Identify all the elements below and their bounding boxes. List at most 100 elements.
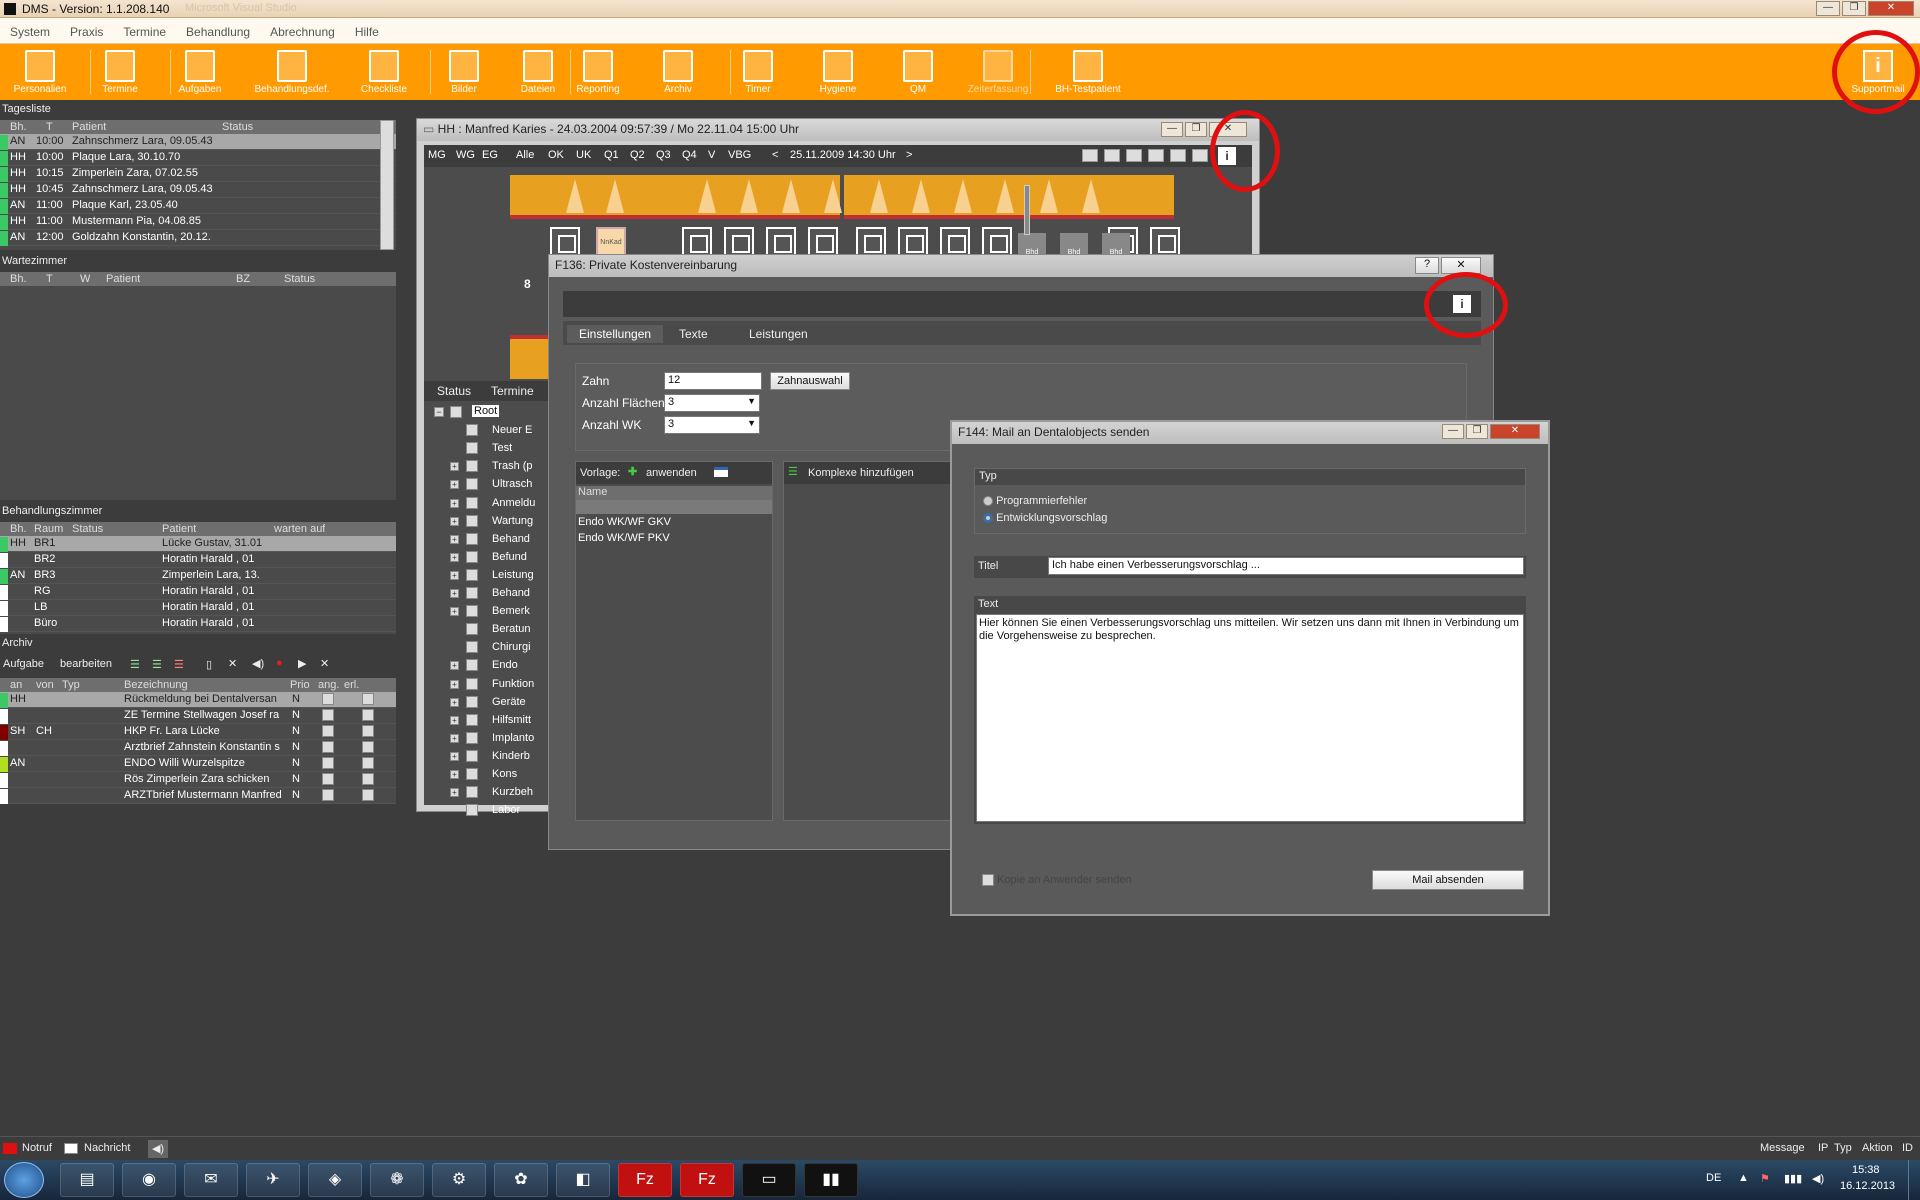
menu-termine[interactable]: Termine — [113, 18, 176, 39]
virtualbox-icon[interactable]: ◈ — [308, 1163, 362, 1197]
kopie-checkbox[interactable]: Kopie an Anwender senden — [982, 874, 1132, 887]
tooth-crown[interactable] — [566, 179, 584, 213]
app-icon[interactable]: ✿ — [494, 1163, 548, 1197]
tooth-box[interactable] — [982, 227, 1012, 257]
explorer-icon[interactable]: ▤ — [60, 1163, 114, 1197]
expand-icon[interactable]: + — [450, 770, 459, 779]
checkbox-icon[interactable] — [322, 789, 334, 801]
table-row[interactable]: HH 11:00 Mustermann Pia, 04.08.85 — [0, 214, 396, 230]
bar-icon[interactable] — [1192, 149, 1208, 162]
show-desktop-button[interactable] — [1908, 1160, 1920, 1200]
implant-marker[interactable] — [1024, 185, 1030, 235]
filter-q1[interactable]: Q1 — [604, 149, 619, 161]
menu-system[interactable]: System — [0, 18, 60, 39]
add-complex-icon[interactable]: ☰ — [788, 465, 798, 478]
tree-item[interactable]: + Ultrasch — [434, 477, 544, 493]
text-area[interactable]: Hier können Sie einen Verbesserungsvorsc… — [976, 614, 1524, 822]
checkbox-icon[interactable] — [466, 550, 478, 563]
checkbox-icon[interactable] — [322, 709, 334, 721]
checkbox-icon[interactable] — [322, 725, 334, 737]
tooth-crown[interactable] — [824, 179, 842, 213]
expand-icon[interactable]: + — [450, 552, 459, 562]
table-row[interactable]: AN 10:00 Zahnschmerz Lara, 09.05.43 — [0, 134, 396, 150]
wk-select[interactable]: 3 ▼ — [664, 416, 760, 434]
column-header[interactable]: T — [46, 273, 53, 285]
vorlage-empty-row[interactable] — [576, 500, 772, 514]
toolbar-aufgaben-button[interactable]: Aufgaben — [162, 48, 238, 98]
f136-help-button[interactable]: ? — [1415, 257, 1439, 274]
tree-item[interactable]: + Behand — [434, 532, 544, 548]
checkbox-icon[interactable] — [466, 460, 478, 473]
toolbar-termine-button[interactable]: Termine — [82, 48, 158, 98]
app-icon[interactable]: ◧ — [556, 1163, 610, 1197]
toolbar-bilder-button[interactable]: Bilder — [426, 48, 502, 98]
column-header[interactable]: warten auf — [274, 523, 325, 535]
expand-icon[interactable]: + — [450, 480, 459, 490]
anwenden-button[interactable]: anwenden — [646, 467, 697, 479]
column-header[interactable]: Status — [222, 121, 253, 133]
checkbox-icon[interactable] — [466, 514, 478, 527]
checkbox-icon[interactable] — [362, 773, 374, 785]
filter-q3[interactable]: Q3 — [656, 149, 671, 161]
tooth-box[interactable] — [682, 227, 712, 257]
table-row[interactable]: SH CH HKP Fr. Lara Lücke N — [0, 724, 396, 740]
volume-icon[interactable]: ◀) — [1812, 1172, 1824, 1185]
checkbox-icon[interactable] — [466, 731, 478, 744]
expand-icon[interactable]: + — [450, 788, 459, 798]
tree-item[interactable]: + Wartung — [434, 514, 544, 530]
filter-ok[interactable]: OK — [548, 149, 564, 161]
toolbar-personalien-button[interactable]: Personalien — [2, 48, 78, 98]
column-header[interactable]: W — [80, 273, 90, 285]
column-header[interactable]: an — [10, 679, 22, 691]
komplexe-button[interactable]: Komplexe hinzufügen — [808, 467, 914, 479]
tooth-crown[interactable] — [954, 179, 972, 213]
f144-minimize[interactable]: — — [1442, 424, 1464, 439]
checkbox-icon[interactable] — [322, 741, 334, 753]
checkbox-icon[interactable] — [466, 641, 478, 654]
tree-item[interactable]: Beratun — [434, 622, 544, 638]
tooth-crown[interactable] — [1040, 179, 1058, 213]
tree-item[interactable]: + Anmeldu — [434, 496, 544, 512]
tooth-crown[interactable] — [912, 179, 930, 213]
column-header[interactable]: Prio — [290, 679, 310, 691]
thunderbird-icon[interactable]: ✉ — [184, 1163, 238, 1197]
menu-abrechnung[interactable]: Abrechnung — [260, 18, 345, 39]
toolbar-zeiterfassung-button[interactable]: Zeiterfassung — [960, 48, 1036, 98]
checkbox-icon[interactable] — [322, 757, 334, 769]
tree-item[interactable]: + Geräte — [434, 695, 544, 711]
checkbox-icon[interactable] — [466, 442, 478, 455]
checkbox-icon[interactable] — [362, 741, 374, 753]
table-row[interactable]: ARZTbrief Mustermann Manfred N — [0, 788, 396, 804]
tooth-box[interactable] — [1150, 227, 1180, 257]
filter-mg[interactable]: MG — [428, 149, 446, 161]
tooth-box-marked[interactable]: NnKad — [596, 227, 626, 257]
tooth-crown[interactable] — [1082, 179, 1100, 213]
table-row[interactable]: HH BR1 Lücke Gustav, 31.01 — [0, 536, 396, 552]
expand-icon[interactable]: + — [450, 697, 459, 707]
expand-icon[interactable]: + — [450, 751, 459, 761]
tooth-box[interactable] — [898, 227, 928, 257]
checkbox-icon[interactable] — [466, 659, 478, 672]
expand-icon[interactable]: + — [450, 733, 459, 743]
checkbox-icon[interactable] — [466, 713, 478, 726]
table-row[interactable]: Rös Zimperlein Zara schicken N — [0, 772, 396, 788]
prev-date-button[interactable]: < — [772, 149, 778, 161]
expand-icon[interactable]: + — [450, 607, 459, 617]
checkbox-icon[interactable] — [362, 725, 374, 737]
table-row[interactable]: HH 10:45 Zahnschmerz Lara, 09.05.43 — [0, 182, 396, 198]
start-button[interactable] — [4, 1162, 44, 1198]
column-header[interactable]: ang. — [318, 679, 339, 691]
tree-item[interactable]: + Implanto — [434, 731, 544, 747]
column-header[interactable]: Bh. — [10, 273, 27, 285]
terminal-icon[interactable]: ▭ — [742, 1163, 796, 1197]
calendar-icon[interactable] — [1126, 149, 1142, 162]
tooth-box[interactable] — [856, 227, 886, 257]
tooth-crown[interactable] — [606, 179, 624, 213]
tree-item[interactable]: + Leistung — [434, 568, 544, 584]
filter-v[interactable]: V — [708, 149, 715, 161]
window-icon[interactable] — [714, 467, 728, 477]
delete-icon[interactable]: ✕ — [228, 657, 237, 670]
filter-eg[interactable]: EG — [482, 149, 498, 161]
table-row[interactable]: AN 11:00 Plaque Karl, 23.05.40 — [0, 198, 396, 214]
tooth-box[interactable] — [724, 227, 754, 257]
